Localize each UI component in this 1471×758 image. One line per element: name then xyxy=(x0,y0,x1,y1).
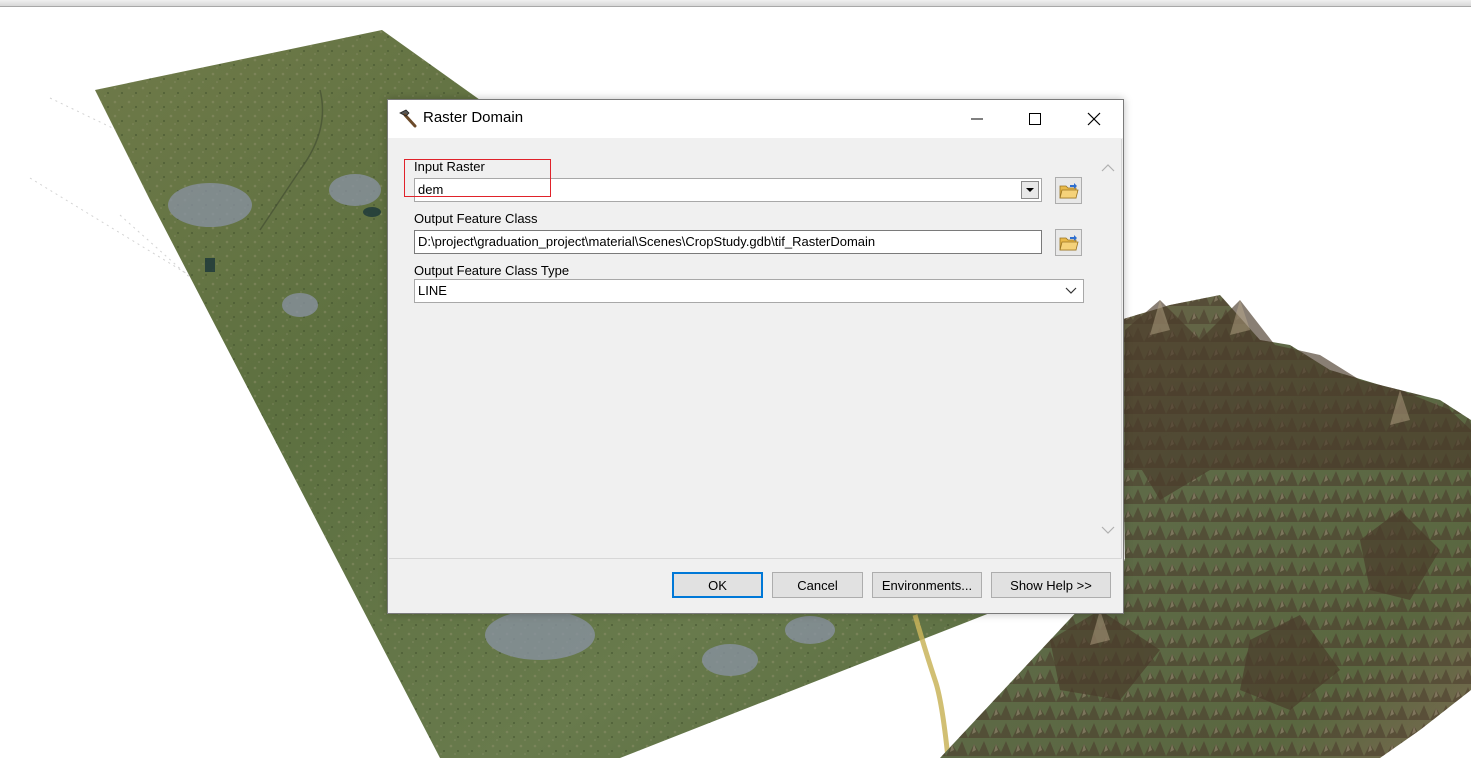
dialog-titlebar[interactable]: Raster Domain xyxy=(388,100,1123,138)
output-class-browse-button[interactable] xyxy=(1055,229,1082,256)
chevron-up-icon xyxy=(1101,164,1115,172)
show-help-button[interactable]: Show Help >> xyxy=(991,572,1111,598)
maximize-icon xyxy=(1029,113,1041,125)
chevron-down-icon xyxy=(1065,287,1077,294)
output-type-select[interactable]: LINE xyxy=(414,279,1084,303)
open-folder-icon xyxy=(1058,182,1079,198)
raster-domain-dialog: Raster Domain Input Raster dem Output Fe… xyxy=(387,99,1124,614)
ok-button[interactable]: OK xyxy=(672,572,763,598)
output-type-label: Output Feature Class Type xyxy=(414,263,570,278)
chevron-down-icon[interactable] xyxy=(1021,181,1039,199)
environments-button[interactable]: Environments... xyxy=(872,572,982,598)
minimize-icon xyxy=(971,118,983,120)
top-window-border xyxy=(0,0,1471,7)
highlight-box xyxy=(404,159,551,197)
parameters-panel: Input Raster dem Output Feature Class D:… xyxy=(389,139,1122,559)
close-icon xyxy=(1087,112,1101,126)
dialog-title: Raster Domain xyxy=(423,109,524,126)
hammer-icon xyxy=(399,109,417,128)
maximize-button[interactable] xyxy=(1006,100,1064,138)
open-folder-icon xyxy=(1058,234,1079,250)
close-button[interactable] xyxy=(1065,100,1123,138)
output-class-label: Output Feature Class xyxy=(414,211,538,226)
scroll-down-button[interactable] xyxy=(1099,521,1117,539)
minimize-button[interactable] xyxy=(948,100,1006,138)
output-class-value: D:\project\graduation_project\material\S… xyxy=(418,234,876,249)
cancel-button[interactable]: Cancel xyxy=(772,572,863,598)
chevron-down-icon xyxy=(1101,526,1115,534)
output-type-value: LINE xyxy=(418,283,447,298)
output-class-input[interactable]: D:\project\graduation_project\material\S… xyxy=(414,230,1042,254)
scroll-up-button[interactable] xyxy=(1099,159,1117,177)
input-raster-browse-button[interactable] xyxy=(1055,177,1082,204)
